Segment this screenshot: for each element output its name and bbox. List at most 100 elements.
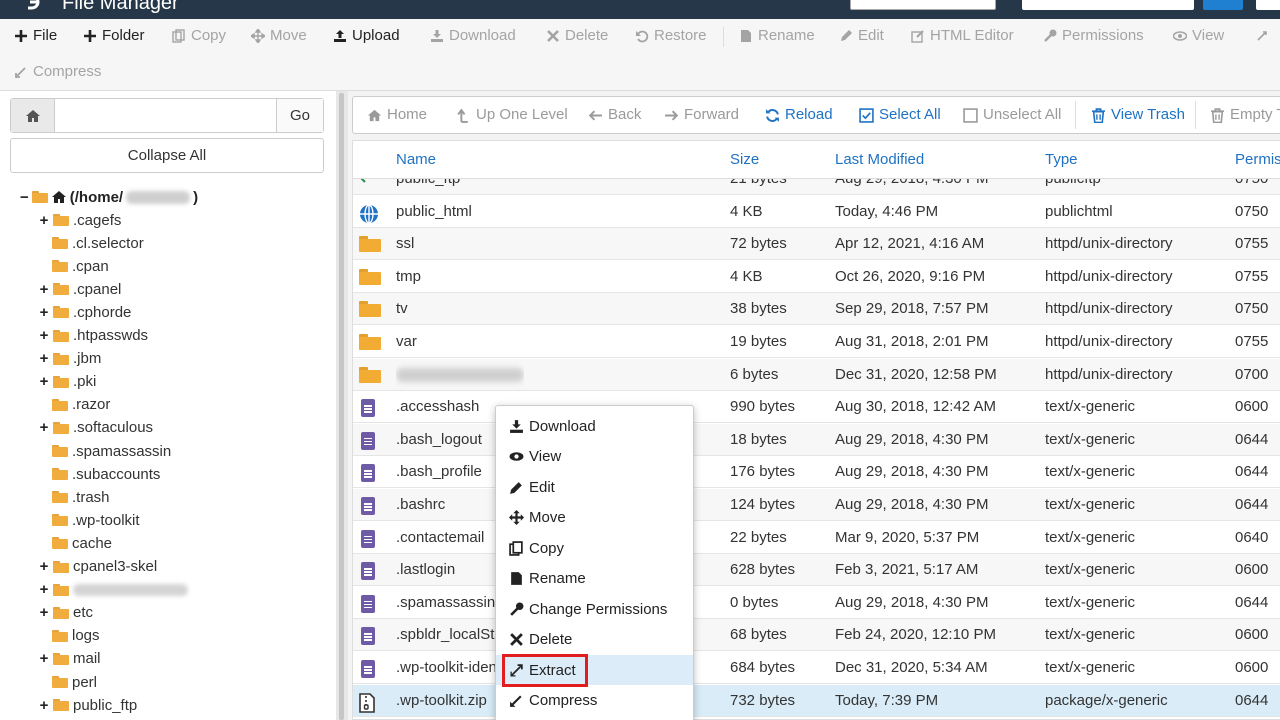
copy-button[interactable]: Copy xyxy=(172,19,226,53)
expand-toggle[interactable]: + xyxy=(39,350,49,367)
menu-rename[interactable]: Rename xyxy=(496,563,693,593)
expand-toggle[interactable]: + xyxy=(39,419,49,436)
new-folder-button[interactable]: Folder xyxy=(83,19,145,53)
go-button[interactable]: Go xyxy=(276,99,323,132)
header-field[interactable] xyxy=(1256,0,1280,10)
table-row[interactable]: .spbldr_localStorage 68 bytes Feb 24, 2020… xyxy=(353,619,1280,652)
edit-button[interactable]: Edit xyxy=(839,19,884,53)
menu-view[interactable]: View xyxy=(496,441,693,471)
table-row[interactable]: var 19 bytes Aug 31, 2018, 2:01 PM httpd/un… xyxy=(353,326,1280,358)
table-row[interactable]: 6 bytes Dec 31, 2020, 12:58 PM httpd/unix-… xyxy=(353,358,1280,391)
tree-item[interactable]: perl xyxy=(52,672,97,692)
splitter-grip[interactable] xyxy=(339,93,344,720)
menu-copy[interactable]: Copy xyxy=(496,533,693,563)
expand-toggle[interactable]: + xyxy=(39,327,49,344)
tree-item[interactable]: + .cphorde xyxy=(39,302,132,322)
header-search-input[interactable] xyxy=(1022,0,1194,10)
expand-toggle[interactable]: + xyxy=(39,373,49,390)
nav-home-button[interactable]: Home xyxy=(367,97,427,133)
expand-toggle[interactable]: + xyxy=(39,581,49,598)
tree-item[interactable]: .subaccounts xyxy=(52,464,160,484)
reload-button[interactable]: Reload xyxy=(765,97,833,133)
expand-toggle[interactable]: + xyxy=(39,697,49,714)
tree-item[interactable]: .wp-toolkit xyxy=(52,510,140,530)
collapse-toggle[interactable]: − xyxy=(20,189,29,206)
table-row[interactable]: .accesshash 990 bytes Aug 30, 2018, 12:42 … xyxy=(353,391,1280,424)
table-row[interactable]: .bashrc 124 bytes Aug 29, 2018, 4:30 PM tex… xyxy=(353,489,1280,521)
menu-edit[interactable]: Edit xyxy=(496,472,693,502)
table-row[interactable]: public_html 4 KB Today, 4:46 PM publichtml 0… xyxy=(353,196,1280,228)
collapse-all-button[interactable]: Collapse All xyxy=(10,138,324,173)
compress-button[interactable]: Compress xyxy=(14,55,101,89)
new-file-button[interactable]: File xyxy=(14,19,57,53)
view-trash-button[interactable]: View Trash xyxy=(1091,97,1185,133)
column-size[interactable]: Size xyxy=(730,141,759,178)
table-row[interactable]: .wp-toolkit-identifier 684 bytes Dec 31, 2… xyxy=(353,652,1280,684)
download-button[interactable]: Download xyxy=(430,19,516,53)
tree-item[interactable]: .razor xyxy=(52,395,110,415)
table-row[interactable]: tv 38 bytes Sep 29, 2018, 7:57 PM httpd/uni… xyxy=(353,293,1280,326)
view-button[interactable]: View xyxy=(1173,19,1224,53)
expand-toggle[interactable]: + xyxy=(39,604,49,621)
pane-splitter[interactable] xyxy=(336,91,348,720)
menu-move[interactable]: Move xyxy=(496,502,693,532)
move-button[interactable]: Move xyxy=(251,19,307,53)
tree-item[interactable]: + .cpanel xyxy=(39,279,122,299)
tree-item[interactable]: .cpan xyxy=(52,256,109,276)
menu-delete[interactable]: Delete xyxy=(496,624,693,654)
table-row[interactable]: tmp 4 KB Oct 26, 2020, 9:16 PM httpd/unix-d… xyxy=(353,261,1280,293)
table-row[interactable]: .wp-toolkit.zip 732 bytes Today, 7:39 PM pa… xyxy=(353,684,1280,717)
extract-button[interactable] xyxy=(1255,19,1269,53)
table-row[interactable]: ssl 72 bytes Apr 12, 2021, 4:16 AM httpd/un… xyxy=(353,228,1280,261)
html-editor-button[interactable]: HTML Editor xyxy=(911,19,1014,53)
back-button[interactable]: Back xyxy=(588,97,641,133)
tree-item[interactable]: + cpanel3-skel xyxy=(39,557,158,577)
tree-item[interactable]: + .htpasswds xyxy=(39,326,148,346)
empty-trash-button[interactable]: Empty T xyxy=(1210,97,1280,133)
table-row[interactable]: .spamassassin 0 bytes Aug 29, 2018, 4:30 P… xyxy=(353,587,1280,619)
tree-item[interactable]: + .cagefs xyxy=(39,210,122,230)
tree-item[interactable]: + mail xyxy=(39,649,101,669)
delete-button[interactable]: Delete xyxy=(546,19,608,53)
expand-toggle[interactable]: + xyxy=(39,212,49,229)
column-last-modified[interactable]: Last Modified xyxy=(835,141,924,178)
expand-toggle[interactable]: + xyxy=(39,650,49,667)
expand-toggle[interactable]: + xyxy=(39,558,49,575)
tree-item[interactable]: + .softaculous xyxy=(39,418,153,438)
rename-button[interactable]: Rename xyxy=(739,19,815,53)
tree-item[interactable]: + .pki xyxy=(39,372,97,392)
menu-change-permissions[interactable]: Change Permissions xyxy=(496,594,693,624)
header-select[interactable] xyxy=(850,0,996,10)
path-bar: Go xyxy=(10,98,324,133)
unselect-all-button[interactable]: Unselect All xyxy=(963,97,1061,133)
column-name[interactable]: Name xyxy=(396,141,436,178)
tree-item[interactable]: + etc xyxy=(39,603,93,623)
tree-item[interactable]: + .jbm xyxy=(39,349,102,369)
upload-button[interactable]: Upload xyxy=(333,19,400,53)
tree-root[interactable]: − (/home/) xyxy=(20,187,198,207)
forward-button[interactable]: Forward xyxy=(664,97,739,133)
column-permissions[interactable]: Permis xyxy=(1235,141,1280,178)
table-row[interactable]: .lastlogin 628 bytes Feb 3, 2021, 5:17 AM t… xyxy=(353,554,1280,587)
tree-item[interactable]: cache xyxy=(52,533,112,553)
tree-item[interactable]: + public_ftp xyxy=(39,695,138,715)
tree-item[interactable]: logs xyxy=(52,626,100,646)
menu-compress[interactable]: Compress xyxy=(496,685,693,715)
tree-item[interactable]: .spamassassin xyxy=(52,441,171,461)
tree-item[interactable]: + xyxy=(39,580,188,600)
table-row[interactable]: .contactemail 22 bytes Mar 9, 2020, 5:37 P… xyxy=(353,522,1280,554)
select-all-button[interactable]: Select All xyxy=(859,97,941,133)
restore-button[interactable]: Restore xyxy=(635,19,707,53)
expand-toggle[interactable]: + xyxy=(39,304,49,321)
table-row[interactable]: .bash_profile 176 bytes Aug 29, 2018, 4:30… xyxy=(353,456,1280,489)
menu-download[interactable]: Download xyxy=(496,411,693,441)
home-path-button[interactable] xyxy=(11,99,55,132)
permissions-button[interactable]: Permissions xyxy=(1043,19,1144,53)
column-type[interactable]: Type xyxy=(1045,141,1078,178)
tree-item[interactable]: .trash xyxy=(52,487,110,507)
up-one-level-button[interactable]: Up One Level xyxy=(456,97,568,133)
header-search-button[interactable] xyxy=(1203,0,1243,10)
tree-item[interactable]: .cl.selector xyxy=(52,233,144,253)
expand-toggle[interactable]: + xyxy=(39,281,49,298)
table-row[interactable]: .bash_logout 18 bytes Aug 29, 2018, 4:30 P… xyxy=(353,423,1280,456)
